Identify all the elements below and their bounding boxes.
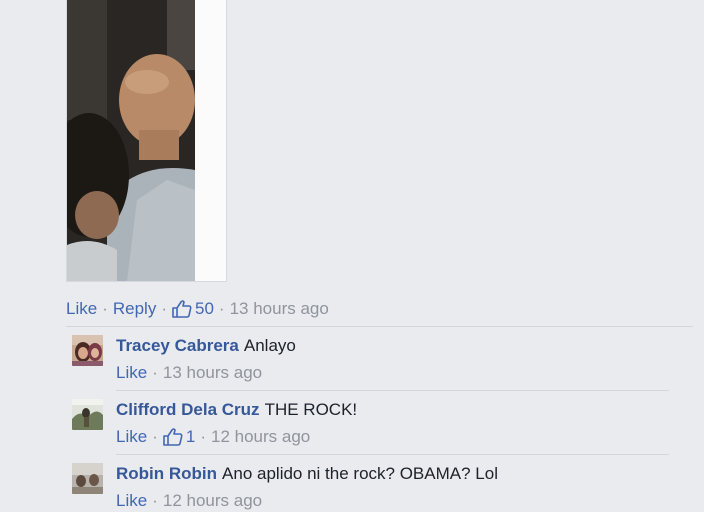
avatar[interactable]	[72, 463, 103, 494]
reply-text-line: Clifford Dela Cruz THE ROCK!	[116, 399, 666, 421]
reply-link[interactable]: Reply	[113, 299, 156, 319]
like-link[interactable]: Like	[66, 299, 97, 319]
reply-actions: Like · 12 hours ago	[116, 490, 666, 512]
like-link[interactable]: Like	[116, 426, 147, 448]
comment-photo[interactable]	[66, 0, 227, 282]
divider	[66, 326, 693, 327]
author-name[interactable]: Clifford Dela Cruz	[116, 400, 260, 419]
like-count-value: 1	[185, 427, 196, 446]
separator: ·	[152, 427, 158, 446]
like-count[interactable]: 1	[163, 426, 195, 448]
reply-text-line: Robin Robin Ano aplido ni the rock? OBAMA…	[116, 463, 666, 485]
timestamp[interactable]: 12 hours ago	[211, 426, 310, 448]
timestamp[interactable]: 13 hours ago	[163, 362, 262, 384]
reply-actions: Like · 13 hours ago	[116, 362, 666, 384]
comment-actions: Like · Reply · 50 · 13 hours ago	[66, 298, 329, 320]
like-link[interactable]: Like	[116, 362, 147, 384]
reply-text: Anlayo	[243, 336, 296, 355]
reply-text: Ano aplido ni the rock? OBAMA? Lol	[222, 464, 498, 483]
separator: ·	[161, 299, 167, 318]
timestamp[interactable]: 12 hours ago	[163, 490, 262, 512]
avatar[interactable]	[72, 335, 103, 366]
divider	[116, 390, 669, 391]
reply-actions: Like · 1 · 12 hours ago	[116, 426, 666, 448]
reply-text: THE ROCK!	[264, 400, 358, 419]
reply-text-line: Tracey Cabrera Anlayo	[116, 335, 666, 357]
separator: ·	[152, 491, 158, 510]
author-name[interactable]: Tracey Cabrera	[116, 336, 239, 355]
avatar[interactable]	[72, 399, 103, 430]
like-link[interactable]: Like	[116, 490, 147, 512]
separator: ·	[218, 299, 225, 318]
like-count[interactable]: 50	[172, 299, 214, 319]
timestamp[interactable]: 13 hours ago	[230, 299, 329, 319]
separator: ·	[152, 363, 158, 382]
like-count-value: 50	[195, 299, 214, 318]
thumbs-up-outline-icon	[163, 428, 183, 446]
divider	[116, 454, 669, 455]
author-name[interactable]: Robin Robin	[116, 464, 217, 483]
separator: ·	[102, 299, 108, 318]
separator: ·	[200, 427, 206, 446]
thumbs-up-outline-icon	[172, 300, 192, 318]
